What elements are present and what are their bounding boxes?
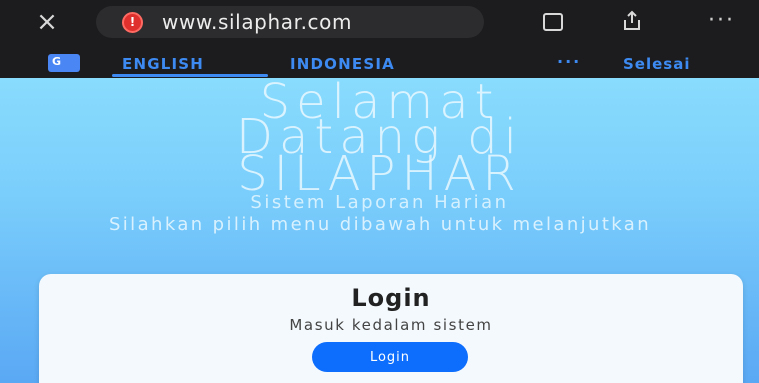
login-card: Login Masuk kedalam sistem Login: [39, 274, 743, 383]
done-button[interactable]: Selesai: [623, 55, 690, 73]
warning-icon[interactable]: !: [122, 12, 143, 33]
instruction-text: Silahkan pilih menu dibawah untuk melanj…: [108, 214, 652, 235]
page-subtitle: Sistem Laporan Harian: [250, 192, 509, 213]
google-translate-icon[interactable]: G: [48, 54, 80, 72]
translate-more-icon[interactable]: ···: [557, 52, 581, 71]
page-content: Selamat Datang di SILAPHAR Sistem Lapora…: [0, 78, 759, 383]
login-card-title: Login: [351, 284, 431, 312]
share-icon[interactable]: [620, 9, 644, 33]
url-text[interactable]: www.silaphar.com: [162, 10, 352, 34]
more-menu-icon[interactable]: ···: [708, 8, 735, 33]
login-card-subtitle: Masuk kedalam sistem: [289, 316, 493, 334]
tab-english[interactable]: ENGLISH: [122, 55, 204, 73]
login-button[interactable]: Login: [312, 342, 468, 372]
translate-bar: G ENGLISH INDONESIA ··· Selesai: [0, 44, 759, 78]
tab-indonesia[interactable]: INDONESIA: [290, 55, 395, 73]
bookmark-icon[interactable]: [542, 12, 564, 32]
translate-icon-glyph: G: [52, 55, 62, 68]
active-tab-indicator: [112, 74, 268, 77]
browser-toolbar: × ! www.silaphar.com ···: [0, 0, 759, 44]
close-icon[interactable]: ×: [34, 9, 60, 36]
